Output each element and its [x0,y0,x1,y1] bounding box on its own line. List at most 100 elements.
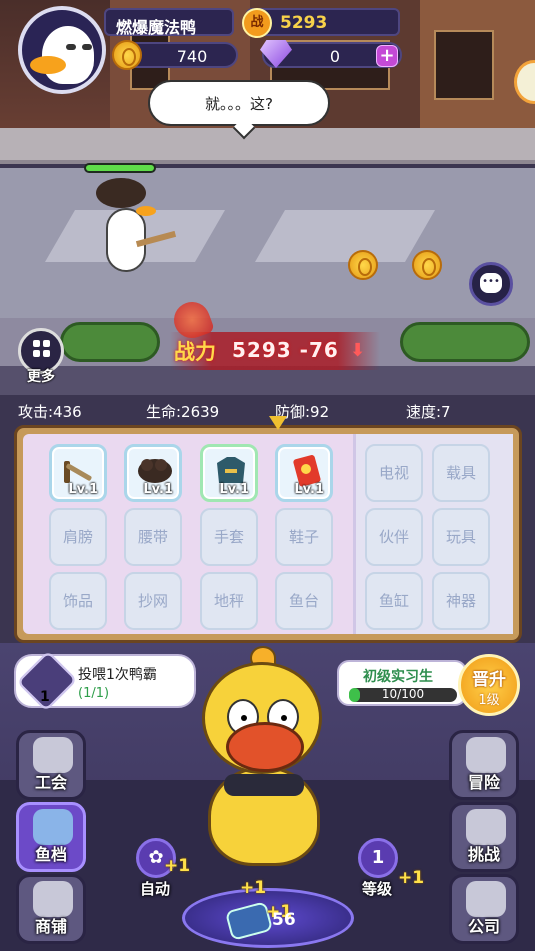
fish-stall-button[interactable]: 鱼档 [16,802,86,872]
avatar-duck-head [42,26,94,84]
player-hp-bar [84,163,156,173]
adventure-label: 冒险 [467,773,500,792]
player-avatar[interactable] [18,6,106,94]
bush [400,322,530,362]
rank-card: 初级实习生 10/100 [337,660,467,706]
equip-slot-scale[interactable]: 地秤 [200,572,258,630]
player-name-bar: 燃爆魔法鸭 [104,8,234,37]
gem-display: 0 + [260,40,402,68]
speech-bubble: 就。。。这? [148,80,330,126]
stat-health: 生命:2639 [146,403,220,421]
player-name: 燃爆魔法鸭 [116,18,197,37]
rank-progress-bar: 10/100 [349,687,457,702]
promote-button[interactable]: 晋升 1级 [458,654,520,716]
equipment-grid: Lv.1 Lv.1 Lv.1 Lv.1 肩膀 腰带 手套 鞋子 饰品 抄网 地秤… [23,434,513,634]
feed-count: 56 [272,910,296,930]
add-gems-button[interactable]: + [376,45,398,67]
auto-plus: +1 [164,856,191,876]
item-level: Lv.1 [219,482,249,497]
player-duck-character[interactable] [96,178,177,278]
power-change-banner: 战力 5293 -76 ⬇ [168,296,380,370]
equip-slot-gloves[interactable]: 手套 [200,508,258,566]
promote-title: 晋升 [472,670,506,690]
guild-button[interactable]: 工会 [16,730,86,800]
challenge-button[interactable]: 挑战 [449,802,519,872]
item-level: Lv.1 [294,482,324,497]
dropped-coin[interactable] [348,250,382,284]
coin-icon [348,250,378,280]
speech-text: 就。。。这? [205,95,273,113]
equip-slot-tv[interactable]: 电视 [365,444,423,502]
stat-speed: 速度:7 [406,403,451,421]
promote-sub: 1级 [478,693,500,708]
equip-slot-partner[interactable]: 伙伴 [365,508,423,566]
guild-crown-icon [33,737,73,773]
guild-label: 工会 [34,773,67,792]
stat-attack: 攻击:436 [18,403,82,421]
company-button[interactable]: 公司 [449,874,519,944]
equip-slot-toy[interactable]: 玩具 [432,508,490,566]
feed-plus-left: +1 [240,878,267,898]
ground-strip [0,366,535,395]
quest-text: 投喂1次鸭霸 [78,667,157,683]
level-value: 1 [371,847,385,868]
big-duck-character[interactable] [190,646,340,876]
hp-fill [86,165,154,171]
equip-slot-belt[interactable]: 腰带 [124,508,182,566]
equip-slot-shoulder[interactable]: 肩膀 [49,508,107,566]
power-icon: 战 [242,8,272,38]
gold-value: 740 [176,47,208,66]
equip-slot-weapon[interactable]: Lv.1 [49,444,107,502]
equip-slot-hair[interactable]: Lv.1 [124,444,182,502]
equip-slot-vehicle[interactable]: 载具 [432,444,490,502]
more-label: 更多 [27,369,55,385]
grid-icon [33,340,51,358]
rank-title: 初级实习生 [363,669,433,685]
gold-coin-icon [112,40,142,70]
bush [60,322,160,362]
gold-display: 740 [112,40,238,70]
shutter [434,30,494,100]
equip-slot-fish-stand[interactable]: 鱼台 [275,572,333,630]
avatar-beak [30,56,66,74]
fish-stall-icon [33,809,73,845]
power-banner-label: 战力 [174,340,216,364]
stats-row: 攻击:436 生命:2639 防御:92 速度:7 [0,395,535,425]
company-label: 公司 [467,917,500,936]
auto-label: 自动 [140,880,171,898]
equip-slot-net[interactable]: 抄网 [124,572,182,630]
computer-company-icon [466,881,506,917]
power-display: 战 5293 [242,8,400,38]
sidewalk [0,128,535,164]
equip-slot-accessory[interactable]: 饰品 [49,572,107,630]
equip-slot-shoes[interactable]: 鞋子 [275,508,333,566]
coin-icon [412,250,442,280]
equip-slot-clothes[interactable]: Lv.1 [200,444,258,502]
duck-hair [96,178,146,208]
equip-slot-artifact[interactable]: 神器 [432,572,490,630]
avatar-eye [82,44,92,50]
quest-progress: (1/1) [78,686,110,701]
shop-label: 商铺 [34,917,67,936]
chat-button[interactable] [469,262,513,306]
item-level: Lv.1 [143,482,173,497]
equip-slot-snack[interactable]: Lv.1 [275,444,333,502]
shop-button[interactable]: 商铺 [16,874,86,944]
power-value: 5293 [280,13,328,33]
duck-scarf [224,774,304,796]
arrow-down-icon: ⬇ [350,340,366,361]
level-plus: +1 [398,868,425,888]
item-level: Lv.1 [68,482,98,497]
level-label: 等级 [362,880,393,898]
road-tile [254,210,436,262]
fish-stall-label: 鱼档 [34,845,67,864]
duck-beak [226,722,304,772]
gem-value: 0 [329,47,341,66]
equip-slot-fish-tank[interactable]: 鱼缸 [365,572,423,630]
quest-card[interactable]: 1 投喂1次鸭霸 (1/1) [14,650,196,712]
dropped-coin[interactable] [412,250,446,284]
shop-clock-icon [33,881,73,917]
adventure-button[interactable]: 冒险 [449,730,519,800]
level-button[interactable]: 1 [358,838,398,878]
quest-count: 1 [40,689,50,705]
